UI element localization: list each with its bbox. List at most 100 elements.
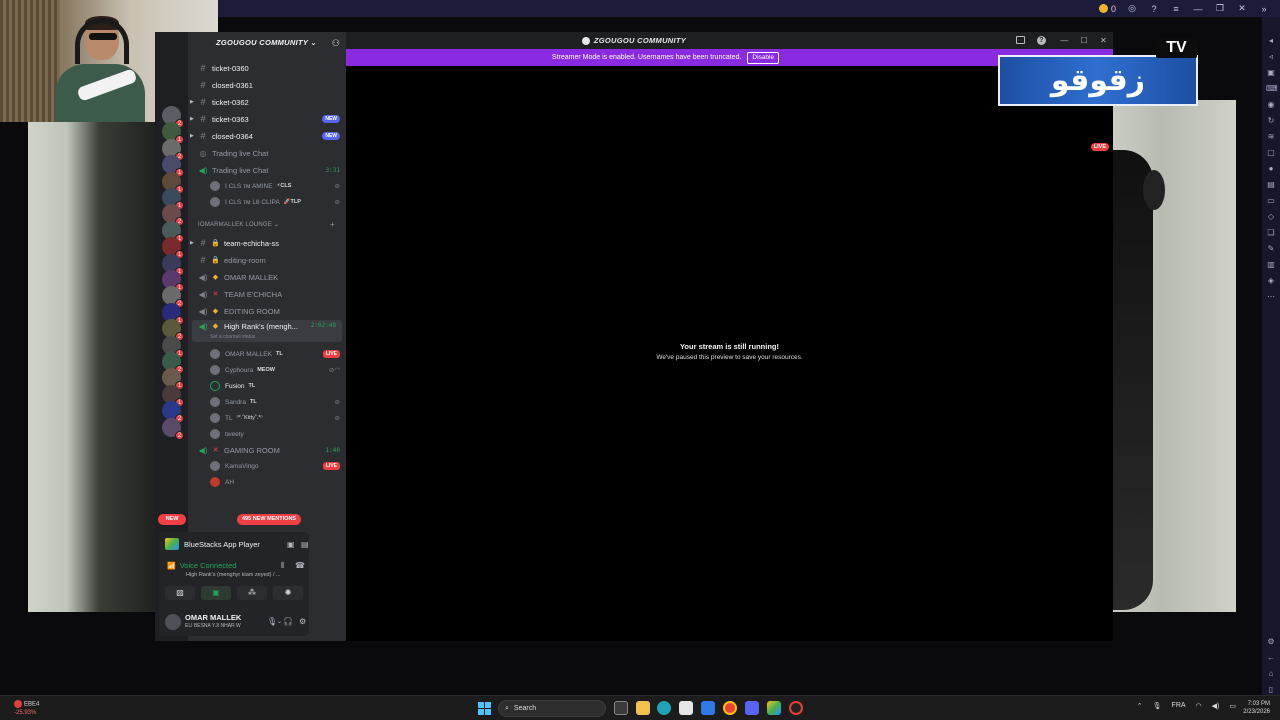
gamepad-icon[interactable]: ◉ bbox=[1266, 99, 1276, 110]
search-box[interactable]: ⌕ Search bbox=[498, 700, 606, 717]
stream-preview[interactable]: LIVE Your stream is still running! We've… bbox=[346, 66, 1113, 641]
keyboard-icon[interactable]: ⌨ bbox=[1266, 83, 1278, 94]
file-explorer-icon[interactable] bbox=[636, 701, 650, 715]
inbox-icon[interactable] bbox=[1016, 36, 1025, 44]
channel-team-echicha-ss[interactable]: ▶ # 🔒 team-echicha-ss bbox=[188, 235, 346, 251]
add-channel-icon[interactable]: + bbox=[330, 220, 335, 229]
battery-icon[interactable]: ▭ bbox=[1229, 702, 1236, 710]
voice-user[interactable]: AH bbox=[210, 475, 342, 489]
apk-icon[interactable]: ▤ bbox=[1266, 179, 1276, 190]
activities-button[interactable]: ⁂ bbox=[237, 586, 267, 600]
voice-channel-gaming-room[interactable]: ◀) ✕ GAMING ROOM 1:40 bbox=[188, 442, 346, 458]
volume-icon[interactable]: ◀) bbox=[1212, 702, 1220, 710]
language-indicator[interactable]: FRA bbox=[1172, 702, 1186, 710]
shake-icon[interactable]: ≋ bbox=[1266, 131, 1276, 142]
settings-icon[interactable]: ⚙ bbox=[1266, 636, 1276, 647]
microphone-icon[interactable]: 🎙 bbox=[267, 617, 277, 626]
folder-icon[interactable]: ▭ bbox=[1266, 195, 1276, 206]
help-icon[interactable]: ? bbox=[1037, 36, 1046, 45]
headphones-icon[interactable]: 🎧 bbox=[283, 617, 293, 626]
close-icon[interactable]: ✕ bbox=[1236, 3, 1248, 14]
channel-ticket-0360[interactable]: # ticket-0360 bbox=[188, 60, 346, 76]
chrome-icon[interactable] bbox=[723, 701, 737, 715]
minimize-icon[interactable]: — bbox=[1060, 36, 1068, 45]
wifi-icon[interactable]: ◠ bbox=[1196, 702, 1202, 710]
voice-user[interactable]: tweety bbox=[210, 427, 342, 441]
mail-icon[interactable] bbox=[701, 701, 715, 715]
server-icon[interactable]: 2 bbox=[162, 417, 184, 440]
voice-connected-label[interactable]: Voice Connected bbox=[180, 561, 237, 570]
start-button[interactable] bbox=[478, 702, 491, 715]
volume-up-icon[interactable]: ◂ bbox=[1266, 35, 1276, 46]
avatar[interactable] bbox=[165, 614, 181, 630]
trash-icon[interactable]: ▥ bbox=[1266, 259, 1276, 270]
help-icon[interactable]: ? bbox=[1148, 4, 1160, 14]
voice-user[interactable]: I CLS ᴛᴍ L8 CLIPA 🚀TLP ⊘ bbox=[210, 195, 342, 209]
store-icon[interactable] bbox=[679, 701, 693, 715]
restore-icon[interactable]: ❐ bbox=[1214, 3, 1226, 14]
voice-channel-team-echicha[interactable]: ◀) ✕ TEAM E'CHICHA bbox=[188, 286, 346, 302]
user-settings-icon[interactable]: ⚙ bbox=[299, 617, 306, 626]
collapse-icon[interactable]: » bbox=[1258, 4, 1270, 14]
user-name[interactable]: OMAR MALLEK bbox=[185, 613, 241, 622]
fullscreen-icon[interactable]: ▣ bbox=[1266, 67, 1276, 78]
screen-share-button[interactable]: ▣ bbox=[201, 586, 231, 600]
voice-channel-omar-mallek[interactable]: ◀) ◆ OMAR MALLEK bbox=[188, 269, 346, 285]
camera-off-button[interactable]: ▨ bbox=[165, 586, 195, 600]
eco-icon[interactable]: ✎ bbox=[1266, 243, 1276, 254]
recent-apps-icon[interactable]: ▯ bbox=[1266, 684, 1276, 695]
server-name[interactable]: ZGOUGOU COMMUNITY ⌄ bbox=[216, 38, 317, 47]
channel-status[interactable]: Set a channel status bbox=[210, 334, 255, 340]
voice-user[interactable]: KamaVingo LIVE bbox=[210, 459, 342, 473]
discord-icon[interactable] bbox=[745, 701, 759, 715]
new-unreads-pill[interactable]: NEW bbox=[158, 514, 186, 525]
chevron-up-icon[interactable]: ⌃ bbox=[1137, 702, 1143, 710]
screenshot-icon[interactable]: ▢ bbox=[1266, 147, 1276, 158]
voice-user[interactable]: Cyphoura MEOW ⊘◠ bbox=[210, 363, 342, 377]
noise-suppression-icon[interactable]: ⫴ bbox=[281, 561, 284, 571]
channel-ticket-0362[interactable]: ▶ # ticket-0362 bbox=[188, 94, 346, 110]
obs-icon[interactable] bbox=[789, 701, 803, 715]
voice-channel-link[interactable]: High Rank's (menghyr kiam zeyed) / ... bbox=[186, 572, 281, 578]
close-icon[interactable]: ✕ bbox=[1100, 36, 1107, 45]
category-lounge[interactable]: IOMARMALLEK LOUNGE ⌄ + bbox=[198, 220, 335, 229]
voice-user[interactable]: TL ᵒ*.˚Kitty˚.*ᵒ ⊘ bbox=[210, 411, 342, 425]
layers-icon[interactable]: ◈ bbox=[1266, 275, 1276, 286]
activity-settings-icon[interactable]: ▤ bbox=[301, 540, 309, 549]
record-icon[interactable]: ● bbox=[1266, 163, 1276, 174]
more-icon[interactable]: ⋯ bbox=[1266, 291, 1276, 302]
channel-closed-0364[interactable]: ▶ # closed-0364 NEW bbox=[188, 128, 346, 144]
account-icon[interactable]: ◎ bbox=[1126, 3, 1138, 14]
voice-user[interactable]: Fusion TL bbox=[210, 379, 342, 393]
voice-user[interactable]: OMAR MALLEK TL LIVE bbox=[210, 347, 342, 361]
add-member-icon[interactable]: ⚇ bbox=[332, 38, 340, 49]
channel-ticket-0363[interactable]: ▶ # ticket-0363 NEW bbox=[188, 111, 346, 127]
voice-user[interactable]: I CLS ᴛᴍ AMINE ⚡CLS ⊘ bbox=[210, 179, 342, 193]
task-view-icon[interactable] bbox=[614, 701, 628, 715]
stream-preview-icon[interactable]: ▣ bbox=[287, 540, 295, 549]
location-icon[interactable]: ◇ bbox=[1266, 211, 1276, 222]
voice-channel-trading-live-chat[interactable]: ◀) Trading live Chat 3:31 bbox=[188, 162, 346, 178]
bluestacks-taskbar-icon[interactable] bbox=[767, 701, 781, 715]
copy-icon[interactable]: ❏ bbox=[1266, 227, 1276, 238]
edge-icon[interactable] bbox=[657, 701, 671, 715]
volume-down-icon[interactable]: ◃ bbox=[1266, 51, 1276, 62]
channel-closed-0361[interactable]: # closed-0361 bbox=[188, 77, 346, 93]
menu-icon[interactable]: ≡ bbox=[1170, 4, 1182, 14]
clock[interactable]: 7:03 PM 2/23/2026 bbox=[1243, 700, 1270, 716]
home-icon[interactable]: ⌂ bbox=[1266, 668, 1276, 679]
voice-channel-editing-room[interactable]: ◀) ◆ EDITING ROOM bbox=[188, 303, 346, 319]
chevron-down-icon[interactable]: ⌄ bbox=[277, 618, 282, 625]
back-icon[interactable]: ← bbox=[1266, 652, 1276, 663]
disable-button[interactable]: Disable bbox=[747, 51, 780, 64]
rotate-icon[interactable]: ↻ bbox=[1266, 115, 1276, 126]
stock-widget[interactable]: EBE4 -25.93% bbox=[14, 700, 39, 717]
channel-trading-live-chat[interactable]: ◎ Trading live Chat bbox=[188, 145, 346, 161]
new-mentions-pill[interactable]: 495 NEW MENTIONS bbox=[237, 514, 302, 525]
soundboard-button[interactable]: ✺ bbox=[273, 586, 303, 600]
channel-editing-room[interactable]: # 🔒 editing-room bbox=[188, 252, 346, 268]
maximize-icon[interactable]: ☐ bbox=[1081, 36, 1088, 45]
disconnect-icon[interactable]: ☎ bbox=[295, 561, 305, 570]
mic-tray-icon[interactable]: 🎙 bbox=[1153, 702, 1162, 710]
minimize-icon[interactable]: — bbox=[1192, 4, 1204, 14]
